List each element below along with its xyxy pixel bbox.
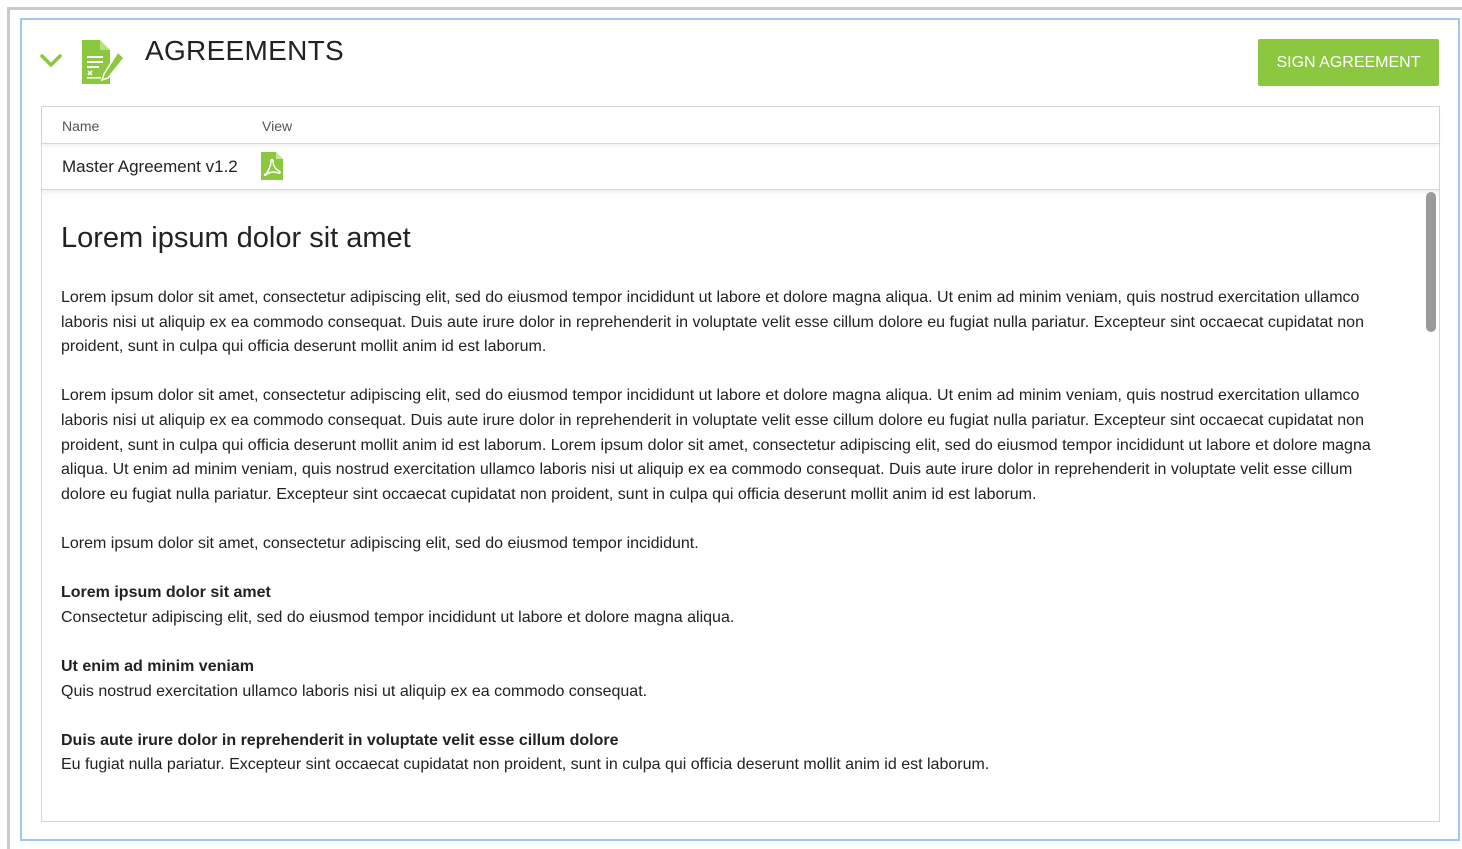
scrollbar-thumb[interactable] — [1426, 192, 1436, 332]
document-paragraph: Lorem ipsum dolor sit amet, consectetur … — [61, 387, 1371, 503]
section-title: Duis aute irure dolor in reprehenderit i… — [61, 731, 619, 749]
chevron-down-icon[interactable] — [39, 51, 63, 71]
section-body: Consectetur adipiscing elit, sed do eius… — [61, 608, 735, 626]
section-body: Quis nostrud exercitation ullamco labori… — [61, 682, 648, 700]
section-title: Ut enim ad minim veniam — [61, 657, 254, 675]
table-row: Master Agreement v1.2 — [42, 144, 1439, 189]
agreement-document-icon — [82, 40, 126, 84]
column-header-view: View — [262, 118, 293, 134]
agreements-panel: AGREEMENTS SIGN AGREEMENT Name View Mast… — [20, 18, 1460, 841]
document-body: Lorem ipsum dolor sit amet Lorem ipsum d… — [61, 220, 1391, 802]
column-header-name: Name — [62, 118, 100, 134]
document-scrollbar[interactable] — [1424, 192, 1436, 821]
document-heading: Lorem ipsum dolor sit amet — [61, 222, 411, 254]
document-paragraph: Lorem ipsum dolor sit amet, consectetur … — [61, 534, 699, 552]
section-body: Eu fugiat nulla pariatur. Excepteur sint… — [61, 756, 990, 774]
panel-title: AGREEMENTS — [145, 35, 345, 66]
agreements-table: Name View Master Agreement v1.2 — [41, 106, 1440, 190]
table-header: Name View — [42, 107, 1439, 144]
agreement-document-viewer[interactable]: Lorem ipsum dolor sit amet Lorem ipsum d… — [41, 190, 1440, 822]
pdf-icon[interactable] — [260, 151, 284, 181]
document-paragraph: Lorem ipsum dolor sit amet, consectetur … — [61, 289, 1364, 356]
section-title: Lorem ipsum dolor sit amet — [61, 584, 271, 602]
agreement-name: Master Agreement v1.2 — [62, 157, 238, 176]
sign-agreement-button[interactable]: SIGN AGREEMENT — [1258, 39, 1439, 86]
